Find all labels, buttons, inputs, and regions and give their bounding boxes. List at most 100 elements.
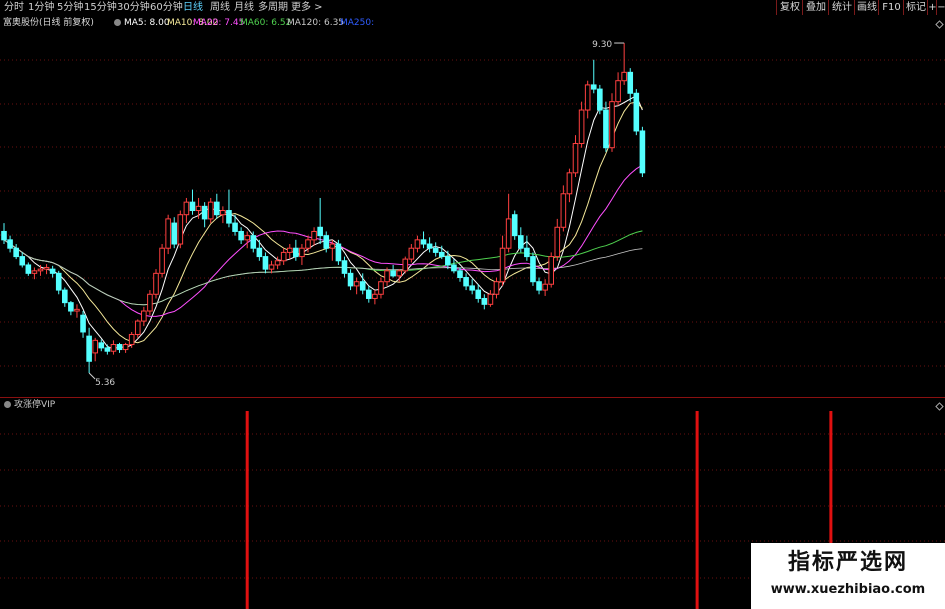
signal-bar-0 <box>245 411 249 609</box>
candle-body <box>214 201 220 216</box>
candle-body <box>256 247 263 258</box>
candle-body <box>147 293 153 312</box>
high-price-label: 9.30 <box>592 40 612 50</box>
candle-body <box>445 256 451 266</box>
candle-body <box>311 230 317 241</box>
candle-body <box>359 281 366 291</box>
candle-body <box>141 310 147 322</box>
candle-body <box>469 285 475 291</box>
candle-body <box>408 247 415 260</box>
candle-body <box>37 268 44 272</box>
candle-body <box>305 239 311 249</box>
watermark-url: www.xuezhibiao.com <box>770 582 926 597</box>
candle-body <box>487 293 494 305</box>
ma-line-10 <box>3 101 643 344</box>
candle-body <box>74 308 80 312</box>
candle-body <box>201 205 208 220</box>
candle-body <box>536 281 542 291</box>
indicator-toggle-icon[interactable] <box>4 401 11 408</box>
candle-body <box>238 230 244 241</box>
candle-body <box>286 247 293 253</box>
candle-body <box>299 247 305 258</box>
candle-body <box>548 256 555 285</box>
candle-body <box>280 251 287 262</box>
candle-body <box>13 247 19 258</box>
candle-body <box>390 270 396 277</box>
candle-body <box>232 222 238 232</box>
candle-body <box>31 270 38 274</box>
candle-body <box>268 264 275 270</box>
candle-body <box>86 335 92 362</box>
candle-body <box>451 264 457 272</box>
candle-body <box>1 230 7 241</box>
candle-body <box>475 289 482 299</box>
candle-body <box>159 247 165 274</box>
candle-body <box>639 130 646 174</box>
candle-body <box>603 109 609 149</box>
candle-body <box>62 289 68 304</box>
indicator-name: 攻涨停VIP <box>14 400 56 410</box>
candle-body <box>627 71 634 94</box>
candle-body <box>317 226 323 237</box>
candle-body <box>55 272 62 291</box>
candle-body <box>353 281 360 287</box>
candle-body <box>366 289 372 299</box>
watermark-title: 指标严选网 <box>787 550 908 575</box>
ma-line-20 <box>3 164 643 317</box>
candle-body <box>590 84 597 90</box>
candle-body <box>372 293 378 299</box>
candle-body <box>414 239 421 249</box>
candle-body <box>92 339 99 354</box>
candle-body <box>98 342 105 349</box>
candle-body <box>25 264 32 274</box>
candle-body <box>633 92 640 132</box>
candle-body <box>43 266 50 270</box>
indicator-label: 攻涨停VIP <box>4 399 55 411</box>
candle-body <box>226 210 232 224</box>
candle-body <box>396 270 402 277</box>
candle-body <box>457 270 463 279</box>
candle-body <box>518 235 524 249</box>
candle-body <box>554 226 561 258</box>
candle-body <box>122 344 129 351</box>
candle-body <box>153 272 159 295</box>
candle-body <box>566 172 573 195</box>
candle-body <box>220 210 226 216</box>
candle-body <box>110 344 117 352</box>
candle-body <box>560 193 567 228</box>
candle-body <box>542 283 548 291</box>
panel-divider <box>0 397 945 398</box>
candle-body <box>116 344 123 351</box>
candle-body <box>323 235 330 249</box>
candle-body <box>128 333 135 346</box>
candle-body <box>19 256 26 266</box>
candle-body <box>250 235 257 249</box>
candle-body <box>505 218 512 249</box>
candle-body <box>7 239 13 249</box>
candle-body <box>621 71 627 82</box>
candle-body <box>420 239 427 245</box>
candle-body <box>195 205 202 212</box>
candle-body <box>80 314 86 333</box>
candle-body <box>171 222 178 245</box>
candle-body <box>524 247 530 258</box>
candle-body <box>207 201 214 220</box>
candle-body <box>262 256 269 270</box>
candle-body <box>335 243 342 262</box>
candle-body <box>274 260 281 266</box>
candle-body <box>530 256 536 283</box>
scroll-marker-icon <box>935 20 944 29</box>
candle-body <box>341 260 348 274</box>
candle-body <box>426 243 433 249</box>
candle-body <box>244 235 250 241</box>
candle-body <box>165 218 171 249</box>
signal-bar-1 <box>695 411 699 609</box>
candle-body <box>104 347 111 352</box>
candle-body <box>183 201 190 216</box>
candle-body <box>189 201 196 212</box>
candle-body <box>493 281 500 295</box>
candle-body <box>177 214 184 245</box>
scroll-marker-icon-2 <box>935 402 944 411</box>
candle-body <box>463 277 469 287</box>
candle-body <box>609 101 615 149</box>
